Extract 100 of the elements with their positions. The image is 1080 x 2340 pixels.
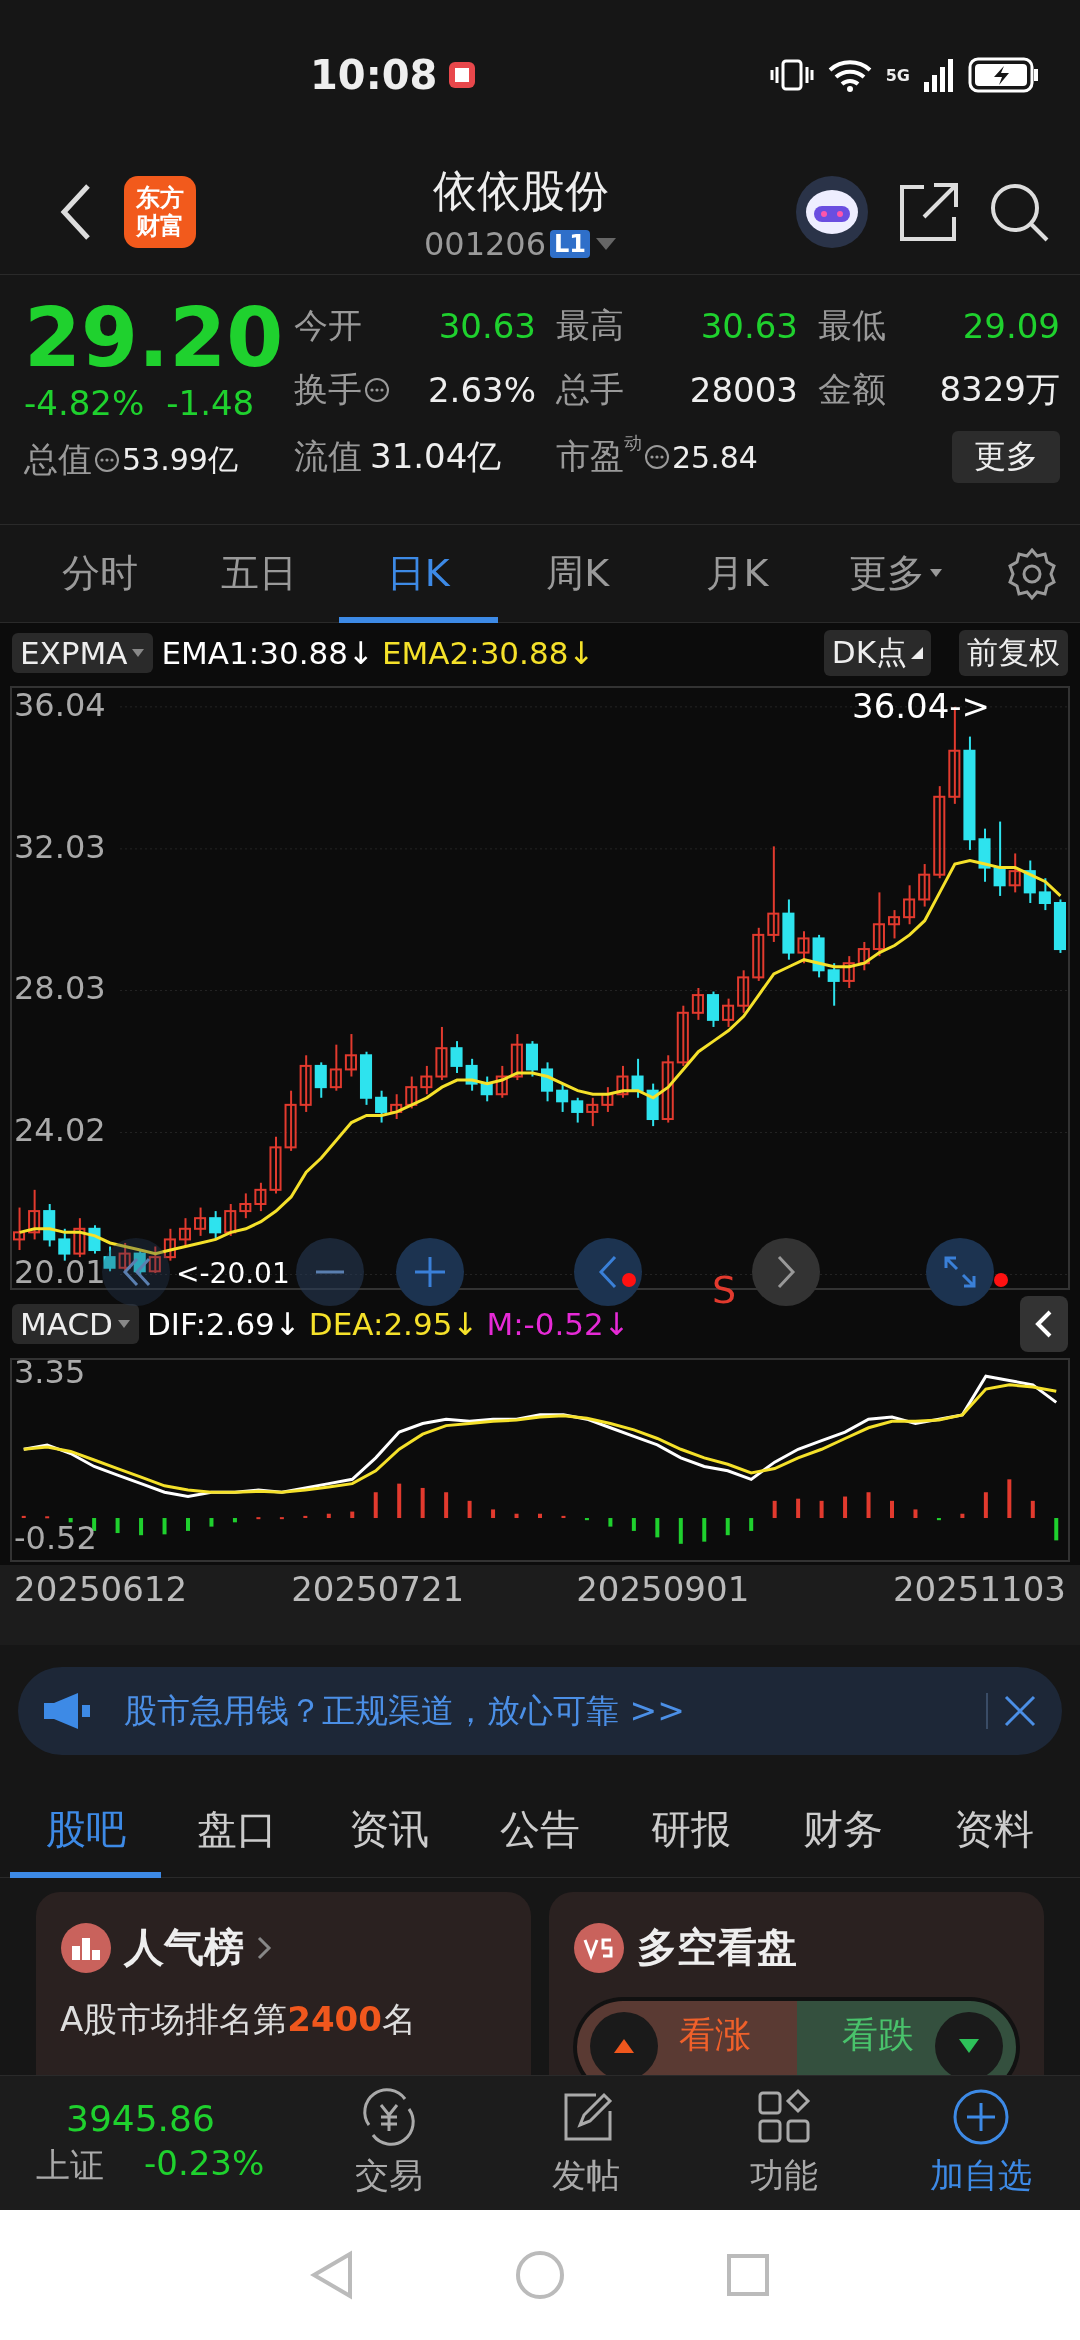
candlestick: [13, 1206, 26, 1252]
bar: [913, 1509, 918, 1519]
axis-label: 3.35: [14, 1355, 86, 1392]
popularity-card[interactable]: 人气榜 A股市场排名第2400名: [36, 1892, 531, 2075]
close-button[interactable]: [986, 1693, 1038, 1729]
adjust-button[interactable]: 前复权: [959, 630, 1068, 676]
nav-item[interactable]: 交易: [290, 2076, 488, 2210]
bar: [350, 1511, 355, 1519]
app-notification-icon: [447, 60, 478, 90]
candlestick: [405, 1075, 418, 1110]
index-ticker[interactable]: 3945.86 上证 -0.23%: [0, 2076, 290, 2210]
search-button[interactable]: [988, 181, 1050, 243]
more-button[interactable]: 更多: [952, 431, 1060, 483]
stat-label: 流值: [294, 435, 362, 478]
indicator-reading: M:-0.52↓: [486, 1306, 630, 1342]
bar: [279, 1517, 284, 1520]
candlestick: [737, 969, 750, 1014]
period-tab[interactable]: 月K: [657, 524, 817, 623]
bar: [960, 1513, 965, 1519]
low-price-label: <-20.01: [176, 1257, 290, 1290]
stat-label: 最高: [556, 304, 624, 347]
nav-item[interactable]: 功能: [685, 2076, 883, 2210]
bar: [725, 1518, 730, 1536]
section-tab[interactable]: 财务: [767, 1782, 919, 1878]
candlestick: [933, 785, 946, 880]
bearish-button[interactable]: 看跌: [796, 2001, 1016, 2075]
axis-label: 32.03: [14, 827, 106, 866]
section-tab[interactable]: 研报: [615, 1782, 768, 1878]
stat-superscript: 动: [624, 431, 642, 453]
sell-signal: S: [712, 1268, 737, 1312]
candlestick: [435, 1025, 448, 1082]
candlestick: [178, 1217, 192, 1248]
stat-label: 换手: [294, 368, 362, 411]
info-icon[interactable]: [94, 447, 120, 473]
battery-charging-icon: [968, 57, 1040, 93]
bar: [772, 1500, 777, 1519]
candlestick: [299, 1054, 312, 1113]
candlestick: [842, 955, 855, 989]
period-tab[interactable]: 分时: [20, 524, 180, 623]
info-icon[interactable]: [644, 444, 670, 470]
expand-icon: [942, 1254, 978, 1290]
stat-label: 市盈: [556, 436, 624, 478]
card-title: 多空看盘: [637, 1923, 797, 1972]
bull-bear-card[interactable]: 多空看盘 看涨 看跌: [549, 1892, 1044, 2075]
last-price: 29.20: [24, 293, 285, 383]
period-tab[interactable]: 周K: [498, 524, 658, 623]
level-badge: L1: [550, 229, 591, 258]
date-label: 20250901: [576, 1569, 751, 1609]
section-tab[interactable]: 公告: [464, 1782, 616, 1878]
signal-icon: [924, 58, 954, 92]
bar: [890, 1500, 894, 1519]
caret-icon: [929, 568, 944, 578]
candlestick: [586, 1096, 599, 1128]
dropdown-icon[interactable]: [594, 235, 619, 252]
candlestick: [752, 926, 765, 982]
info-icon[interactable]: [364, 377, 390, 403]
period-tab[interactable]: 五日: [179, 524, 339, 623]
share-button[interactable]: [898, 181, 960, 243]
alert-dot: [994, 1273, 1008, 1287]
stat-label: 今开: [294, 304, 362, 347]
section-tab[interactable]: 资讯: [312, 1782, 465, 1878]
bar: [608, 1518, 613, 1527]
axis-label: 28.03: [14, 969, 106, 1008]
network-type: 5G: [885, 65, 910, 85]
indicator-selector[interactable]: EXPMA: [12, 633, 154, 673]
candlestick: [269, 1135, 282, 1195]
bar: [843, 1496, 848, 1519]
index-change: -0.23%: [144, 2142, 265, 2185]
vibrate-icon: [769, 58, 814, 92]
date-label: 20250721: [291, 1569, 466, 1609]
robot-icon: [794, 174, 870, 250]
stat-value: 2.63%: [428, 370, 536, 410]
share-icon: [898, 181, 960, 243]
search-icon: [988, 181, 1050, 243]
candlestick: [556, 1082, 569, 1113]
indicator-selector[interactable]: MACD: [12, 1304, 139, 1344]
bar: [491, 1509, 496, 1519]
section-tab[interactable]: 资料: [918, 1782, 1070, 1878]
candlestick: [73, 1217, 86, 1259]
candlestick: [118, 1241, 131, 1273]
nav-item[interactable]: 发帖: [487, 2076, 685, 2210]
chevron-left-icon: [1034, 1309, 1054, 1339]
candlestick: [224, 1203, 237, 1237]
period-tab[interactable]: 更多: [816, 524, 976, 623]
nav-item[interactable]: 加自选: [882, 2076, 1080, 2210]
robot-assistant-button[interactable]: [794, 174, 870, 250]
candlestick: [209, 1210, 222, 1241]
stat-value: 8329万: [939, 368, 1060, 411]
ad-text: 股市急用钱？正规渠道，放心可靠 >>: [124, 1689, 686, 1732]
collapse-button[interactable]: [1020, 1296, 1068, 1352]
dk-point-button[interactable]: DK点: [823, 630, 931, 676]
bar: [162, 1518, 167, 1535]
bar: [1030, 1500, 1035, 1519]
bar: [68, 1518, 73, 1523]
podium-icon: [60, 1921, 112, 1974]
section-tab[interactable]: 股吧: [10, 1782, 162, 1878]
ad-banner[interactable]: 股市急用钱？正规渠道，放心可靠 >>: [18, 1667, 1062, 1755]
section-tab[interactable]: 盘口: [161, 1782, 313, 1878]
axis-label: 24.02: [14, 1111, 106, 1150]
caret-icon: [131, 648, 146, 658]
